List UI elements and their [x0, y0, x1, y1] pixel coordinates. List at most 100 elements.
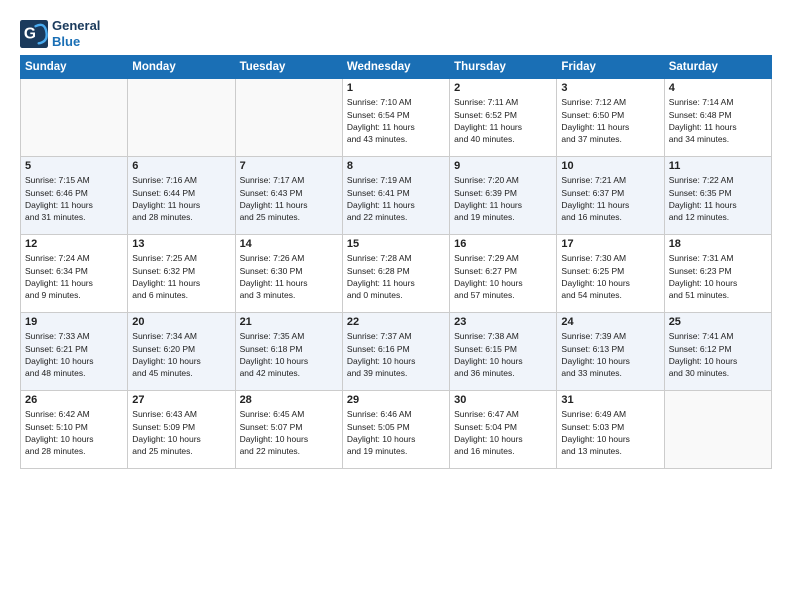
week-row-2: 5 Sunrise: 7:15 AM Sunset: 6:46 PM Daylig…: [21, 157, 772, 235]
day-cell: 5 Sunrise: 7:15 AM Sunset: 6:46 PM Daylig…: [21, 157, 128, 235]
day-cell: [664, 391, 771, 469]
day-number: 23: [454, 316, 552, 328]
weekday-header-wednesday: Wednesday: [342, 56, 449, 79]
day-cell: 9Sunrise: 7:20 AM Sunset: 6:39 PM Daylig…: [450, 157, 557, 235]
day-number: 3: [561, 82, 659, 94]
day-info: Sunrise: 7:37 AM Sunset: 6:16 PM Dayligh…: [347, 330, 445, 379]
day-cell: 27 Sunrise: 6:43 AM Sunset: 5:09 PM Dayli…: [128, 391, 235, 469]
day-number: 13: [132, 238, 230, 250]
day-info: Sunrise: 6:49 AM Sunset: 5:03 PM Dayligh…: [561, 408, 659, 457]
day-info: Sunrise: 6:46 AM Sunset: 5:05 PM Dayligh…: [347, 408, 445, 457]
day-number: 19: [25, 316, 123, 328]
day-number: 16: [454, 238, 552, 250]
day-info: Sunrise: 7:34 AM Sunset: 6:20 PM Dayligh…: [132, 330, 230, 379]
day-info: Sunrise: 7:26 AM Sunset: 6:30 PM Dayligh…: [240, 252, 338, 301]
day-number: 27: [132, 394, 230, 406]
day-cell: 20 Sunrise: 7:34 AM Sunset: 6:20 PM Dayli…: [128, 313, 235, 391]
day-cell: [235, 79, 342, 157]
day-info: Sunrise: 7:11 AM Sunset: 6:52 PM Dayligh…: [454, 96, 552, 145]
day-number: 14: [240, 238, 338, 250]
day-cell: 2 Sunrise: 7:11 AM Sunset: 6:52 PM Daylig…: [450, 79, 557, 157]
day-number: 18: [669, 238, 767, 250]
day-cell: 14 Sunrise: 7:26 AM Sunset: 6:30 PM Dayli…: [235, 235, 342, 313]
day-info: Sunrise: 7:15 AM Sunset: 6:46 PM Dayligh…: [25, 174, 123, 223]
day-cell: 7 Sunrise: 7:17 AM Sunset: 6:43 PM Daylig…: [235, 157, 342, 235]
day-number: 26: [25, 394, 123, 406]
header: G General Blue: [20, 18, 772, 49]
day-number: 6: [132, 160, 230, 172]
day-number: 11: [669, 160, 767, 172]
day-cell: 17 Sunrise: 7:30 AM Sunset: 6:25 PM Dayli…: [557, 235, 664, 313]
day-info: Sunrise: 7:33 AM Sunset: 6:21 PM Dayligh…: [25, 330, 123, 379]
weekday-header-saturday: Saturday: [664, 56, 771, 79]
weekday-header-sunday: Sunday: [21, 56, 128, 79]
day-number: 31: [561, 394, 659, 406]
day-info: Sunrise: 7:25 AM Sunset: 6:32 PM Dayligh…: [132, 252, 230, 301]
day-cell: 28 Sunrise: 6:45 AM Sunset: 5:07 PM Dayli…: [235, 391, 342, 469]
day-info: Sunrise: 7:31 AM Sunset: 6:23 PM Dayligh…: [669, 252, 767, 301]
week-row-1: 1 Sunrise: 7:10 AM Sunset: 6:54 PM Daylig…: [21, 79, 772, 157]
day-number: 25: [669, 316, 767, 328]
day-number: 8: [347, 160, 445, 172]
day-number: 10: [561, 160, 659, 172]
calendar-table: SundayMondayTuesdayWednesdayThursdayFrid…: [20, 55, 772, 469]
day-cell: [21, 79, 128, 157]
day-number: 29: [347, 394, 445, 406]
day-info: Sunrise: 7:24 AM Sunset: 6:34 PM Dayligh…: [25, 252, 123, 301]
day-info: Sunrise: 7:10 AM Sunset: 6:54 PM Dayligh…: [347, 96, 445, 145]
day-number: 4: [669, 82, 767, 94]
day-cell: 16Sunrise: 7:29 AM Sunset: 6:27 PM Dayli…: [450, 235, 557, 313]
day-info: Sunrise: 7:14 AM Sunset: 6:48 PM Dayligh…: [669, 96, 767, 145]
day-number: 30: [454, 394, 552, 406]
day-cell: 19 Sunrise: 7:33 AM Sunset: 6:21 PM Dayli…: [21, 313, 128, 391]
day-number: 24: [561, 316, 659, 328]
day-info: Sunrise: 6:43 AM Sunset: 5:09 PM Dayligh…: [132, 408, 230, 457]
day-number: 17: [561, 238, 659, 250]
day-info: Sunrise: 6:42 AM Sunset: 5:10 PM Dayligh…: [25, 408, 123, 457]
day-cell: 12 Sunrise: 7:24 AM Sunset: 6:34 PM Dayli…: [21, 235, 128, 313]
day-number: 1: [347, 82, 445, 94]
day-cell: [128, 79, 235, 157]
day-cell: 3Sunrise: 7:12 AM Sunset: 6:50 PM Daylig…: [557, 79, 664, 157]
day-info: Sunrise: 7:38 AM Sunset: 6:15 PM Dayligh…: [454, 330, 552, 379]
day-number: 21: [240, 316, 338, 328]
day-info: Sunrise: 7:22 AM Sunset: 6:35 PM Dayligh…: [669, 174, 767, 223]
day-cell: 15 Sunrise: 7:28 AM Sunset: 6:28 PM Dayli…: [342, 235, 449, 313]
week-row-5: 26 Sunrise: 6:42 AM Sunset: 5:10 PM Dayli…: [21, 391, 772, 469]
day-number: 5: [25, 160, 123, 172]
day-cell: 4 Sunrise: 7:14 AM Sunset: 6:48 PM Daylig…: [664, 79, 771, 157]
day-cell: 31 Sunrise: 6:49 AM Sunset: 5:03 PM Dayli…: [557, 391, 664, 469]
day-info: Sunrise: 7:35 AM Sunset: 6:18 PM Dayligh…: [240, 330, 338, 379]
day-info: Sunrise: 7:28 AM Sunset: 6:28 PM Dayligh…: [347, 252, 445, 301]
day-number: 22: [347, 316, 445, 328]
day-info: Sunrise: 6:45 AM Sunset: 5:07 PM Dayligh…: [240, 408, 338, 457]
weekday-header-friday: Friday: [557, 56, 664, 79]
day-cell: 18 Sunrise: 7:31 AM Sunset: 6:23 PM Dayli…: [664, 235, 771, 313]
week-row-3: 12 Sunrise: 7:24 AM Sunset: 6:34 PM Dayli…: [21, 235, 772, 313]
day-number: 28: [240, 394, 338, 406]
weekday-header-monday: Monday: [128, 56, 235, 79]
day-cell: 10Sunrise: 7:21 AM Sunset: 6:37 PM Dayli…: [557, 157, 664, 235]
day-number: 9: [454, 160, 552, 172]
day-number: 7: [240, 160, 338, 172]
day-cell: 25 Sunrise: 7:41 AM Sunset: 6:12 PM Dayli…: [664, 313, 771, 391]
weekday-header-tuesday: Tuesday: [235, 56, 342, 79]
day-info: Sunrise: 7:17 AM Sunset: 6:43 PM Dayligh…: [240, 174, 338, 223]
day-cell: 11 Sunrise: 7:22 AM Sunset: 6:35 PM Dayli…: [664, 157, 771, 235]
day-number: 20: [132, 316, 230, 328]
day-cell: 22 Sunrise: 7:37 AM Sunset: 6:16 PM Dayli…: [342, 313, 449, 391]
day-info: Sunrise: 6:47 AM Sunset: 5:04 PM Dayligh…: [454, 408, 552, 457]
day-cell: 1 Sunrise: 7:10 AM Sunset: 6:54 PM Daylig…: [342, 79, 449, 157]
svg-text:G: G: [24, 25, 36, 42]
day-info: Sunrise: 7:19 AM Sunset: 6:41 PM Dayligh…: [347, 174, 445, 223]
day-info: Sunrise: 7:41 AM Sunset: 6:12 PM Dayligh…: [669, 330, 767, 379]
day-info: Sunrise: 7:16 AM Sunset: 6:44 PM Dayligh…: [132, 174, 230, 223]
day-info: Sunrise: 7:39 AM Sunset: 6:13 PM Dayligh…: [561, 330, 659, 379]
day-number: 12: [25, 238, 123, 250]
day-cell: 23 Sunrise: 7:38 AM Sunset: 6:15 PM Dayli…: [450, 313, 557, 391]
day-number: 2: [454, 82, 552, 94]
day-info: Sunrise: 7:30 AM Sunset: 6:25 PM Dayligh…: [561, 252, 659, 301]
day-cell: 30 Sunrise: 6:47 AM Sunset: 5:04 PM Dayli…: [450, 391, 557, 469]
day-number: 15: [347, 238, 445, 250]
logo-icon: G: [20, 20, 48, 48]
